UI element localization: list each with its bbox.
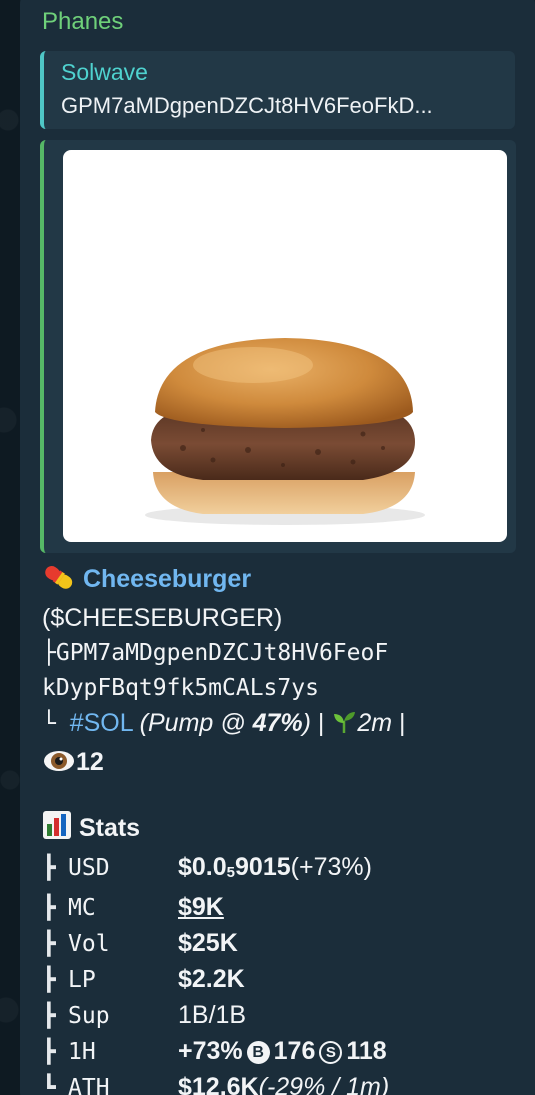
usd-sub: 5	[226, 864, 236, 881]
link-preview[interactable]	[40, 140, 516, 553]
reply-text: GPM7aMDgpenDZCJt8HV6FeoFkD...	[61, 93, 433, 118]
stat-value: $2.2K	[178, 965, 245, 993]
stat-value: $0.059015	[178, 850, 291, 890]
token-address-line2[interactable]: kDypFBqt9fk5mCALs7ys	[42, 671, 512, 706]
tree-branch-icon: ├	[42, 640, 56, 666]
mc-link[interactable]: $9K	[178, 890, 224, 925]
stat-row-sup: ┣ Sup 1B/1B	[42, 998, 512, 1034]
sender-name[interactable]: Phanes	[42, 8, 123, 36]
tree-branch-icon: ┣	[42, 1039, 56, 1065]
cheeseburger-image[interactable]	[63, 150, 507, 542]
tree-branch-icon: ┣	[42, 895, 56, 921]
token-symbol: ($CHEESEBURGER)	[42, 604, 283, 632]
buys-icon: B	[246, 1041, 270, 1064]
stat-key: USD	[68, 855, 110, 881]
tree-branch-icon: ┣	[42, 931, 56, 957]
chain-info-line: └ #SOL (Pump @ 47%) | 2m |	[42, 706, 512, 745]
pump-percent: 47%	[252, 709, 303, 737]
usd-rest: 9015	[235, 853, 291, 881]
token-name-link[interactable]: Cheeseburger	[83, 565, 251, 593]
ath-detail: (-29% / 1m)	[258, 1073, 390, 1095]
stat-row-vol: ┣ Vol $25K	[42, 926, 512, 962]
stat-value: +73% B 176 S 118	[178, 1034, 387, 1069]
sells-count: 118	[346, 1037, 387, 1065]
sells-icon: S	[319, 1041, 343, 1064]
stat-key: Vol	[68, 931, 110, 957]
stat-row-mc: ┣ MC $9K	[42, 890, 512, 926]
reply-preview[interactable]: Solwave GPM7aMDgpenDZCJt8HV6FeoFkD...	[40, 51, 515, 129]
cheeseburger-illustration	[145, 338, 425, 525]
bar-chart-icon	[42, 810, 72, 850]
stat-row-usd: ┣ USD $0.059015 (+73%)	[42, 850, 512, 890]
stat-key: 1H	[68, 1039, 96, 1065]
stat-row-lp: ┣ LP $2.2K	[42, 962, 512, 998]
eye-icon	[42, 748, 76, 784]
buys-count: 176	[273, 1037, 316, 1065]
pump-suffix: )	[302, 709, 311, 737]
tree-branch-icon: ┣	[42, 855, 56, 881]
views-line: 12	[42, 745, 512, 784]
stat-value: 1B/1B	[178, 1001, 247, 1029]
address-part-1: GPM7aMDgpenDZCJt8HV6FeoF	[55, 640, 389, 666]
usd-main: $0.0	[178, 853, 227, 881]
tree-end-icon: └	[42, 711, 70, 737]
stats-header: Stats	[42, 810, 512, 850]
stat-row-ath: ┗ ATH $12.6K (-29% / 1m)	[42, 1070, 512, 1095]
stats-title: Stats	[78, 814, 141, 842]
stat-key: ATH	[68, 1075, 110, 1095]
message-text: Cheeseburger ($CHEESEBURGER) ├GPM7aMDgpe…	[42, 562, 512, 1095]
seedling-icon	[331, 709, 357, 745]
change-1h: +73%	[178, 1037, 243, 1065]
stat-value: $25K	[178, 929, 238, 957]
age-value: 2m	[357, 709, 393, 737]
stat-row-1h: ┣ 1H +73% B 176 S 118	[42, 1034, 512, 1070]
usd-change: (+73%)	[290, 853, 372, 881]
tree-branch-icon: ┣	[42, 967, 56, 993]
stat-key: LP	[68, 967, 96, 993]
views-count: 12	[76, 748, 104, 776]
tree-branch-icon: ┣	[42, 1003, 56, 1029]
pump-prefix: (Pump @	[139, 709, 253, 737]
stat-key: Sup	[68, 1003, 110, 1029]
pill-icon	[42, 563, 76, 601]
stat-key: MC	[68, 895, 96, 921]
separator: |	[310, 709, 332, 737]
token-title-line: Cheeseburger	[42, 562, 512, 601]
stat-value: $12.6K	[178, 1073, 259, 1095]
token-address-line1[interactable]: ├GPM7aMDgpenDZCJt8HV6FeoF	[42, 636, 512, 671]
tree-end-icon: ┗	[42, 1075, 56, 1095]
reply-title: Solwave	[61, 59, 148, 85]
sol-hashtag[interactable]: #SOL	[70, 709, 133, 737]
trailing-separator: |	[392, 709, 406, 737]
